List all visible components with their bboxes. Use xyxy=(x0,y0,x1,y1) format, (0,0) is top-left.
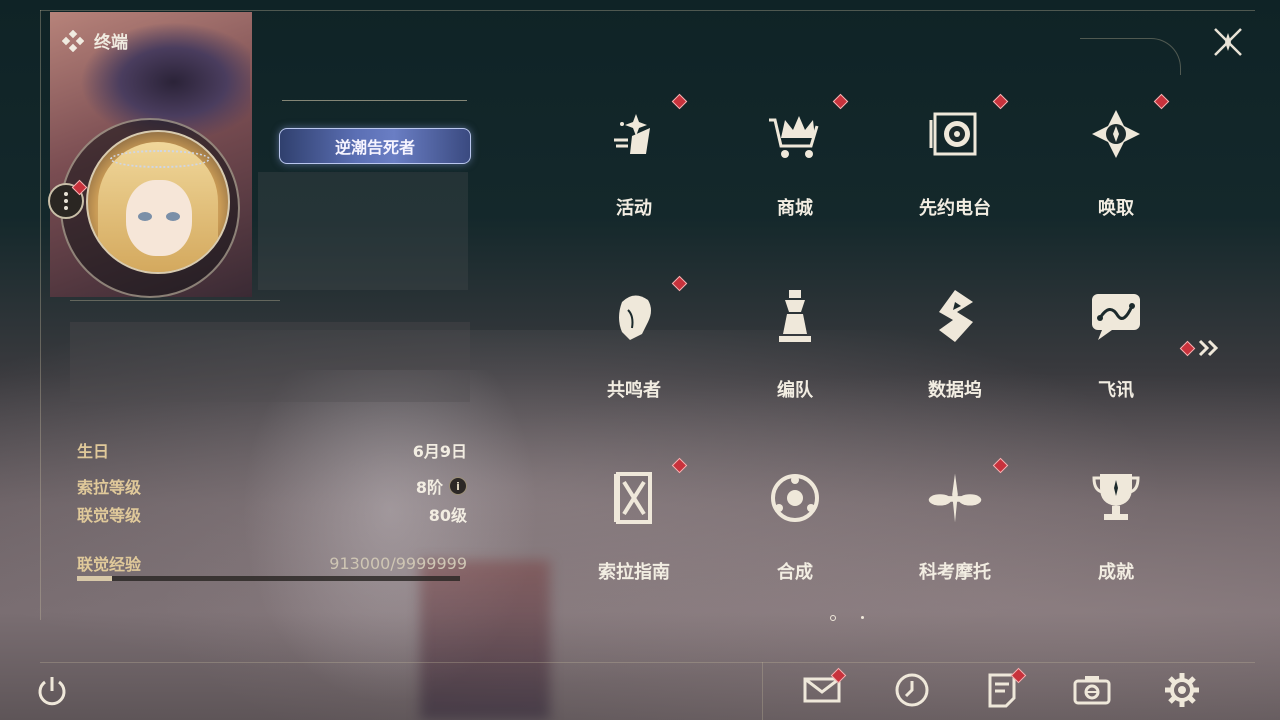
settings-gear-icon xyxy=(1165,673,1199,707)
radio-icon xyxy=(925,104,985,164)
character-head-icon xyxy=(604,286,664,346)
power-button[interactable] xyxy=(34,673,70,709)
page-title: 终端 xyxy=(62,28,128,53)
shop-crown-icon xyxy=(765,104,825,164)
page-indicator-2[interactable] xyxy=(861,616,864,619)
data-dock-icon xyxy=(925,286,985,346)
frame-divider xyxy=(762,662,763,720)
camera-button[interactable] xyxy=(1072,670,1112,710)
settings-button[interactable] xyxy=(1162,670,1202,710)
menu-item-team[interactable]: 编队 xyxy=(720,274,870,424)
name-divider xyxy=(282,100,467,101)
notification-dot xyxy=(671,275,688,292)
frame-line-top xyxy=(40,10,1255,11)
clock-icon xyxy=(895,673,929,707)
background-cloth xyxy=(420,560,550,720)
synthesis-icon xyxy=(765,468,825,528)
page-indicator-1[interactable] xyxy=(830,615,836,621)
frame-corner xyxy=(1080,38,1181,75)
notification-dot xyxy=(1153,93,1170,110)
menu-item-data-dock[interactable]: 数据坞 xyxy=(880,274,1030,424)
close-button[interactable] xyxy=(1208,24,1248,60)
camera-icon xyxy=(1073,676,1111,705)
motorbike-icon xyxy=(925,468,985,528)
team-chess-icon xyxy=(765,286,825,346)
sola-level-value: 8阶 xyxy=(415,478,443,497)
gacha-compass-icon xyxy=(1086,104,1146,164)
stat-sola-level: 索拉等级 8阶 i xyxy=(77,474,467,498)
exp-progress-fill xyxy=(77,576,112,581)
menu-item-sola-guide[interactable]: 索拉指南 xyxy=(559,456,709,606)
notification-dot xyxy=(992,457,1009,474)
terminal-icon xyxy=(62,29,84,52)
notification-dot xyxy=(832,93,849,110)
power-icon xyxy=(38,677,66,706)
frame-line-left xyxy=(40,10,41,620)
menu-item-resonators[interactable]: 共鸣者 xyxy=(559,274,709,424)
event-icon xyxy=(604,104,664,164)
exp-progress-bar xyxy=(77,576,460,581)
history-button[interactable] xyxy=(892,670,932,710)
notification-dot xyxy=(1179,340,1196,356)
stat-union-exp: 联觉经验 913000/9999999 xyxy=(77,553,467,575)
stat-birthday: 生日 6月9日 xyxy=(77,442,467,461)
avatar[interactable] xyxy=(86,130,230,274)
next-page-button[interactable] xyxy=(1179,338,1221,358)
menu-item-radio[interactable]: 先约电台 xyxy=(880,92,1030,242)
double-chevron-right-icon xyxy=(1198,339,1219,357)
notification-dot xyxy=(671,457,688,474)
title-text: 终端 xyxy=(94,33,128,53)
notes-button[interactable] xyxy=(982,667,1027,710)
menu-item-achievement[interactable]: 成就 xyxy=(1041,456,1191,606)
profile-divider xyxy=(70,300,280,301)
menu-item-shop[interactable]: 商城 xyxy=(720,92,870,242)
blurred-signature-area xyxy=(70,322,470,402)
menu-item-activity[interactable]: 活动 xyxy=(559,92,709,242)
frame-line-bottom xyxy=(40,662,1255,663)
trophy-icon xyxy=(1086,468,1146,528)
message-icon xyxy=(1086,286,1146,346)
menu-item-motorbike[interactable]: 科考摩托 xyxy=(880,456,1030,606)
menu-item-messages[interactable]: 飞讯 xyxy=(1041,274,1191,424)
close-icon xyxy=(1214,28,1242,56)
title-badge[interactable]: 逆潮告死者 xyxy=(279,128,471,164)
info-icon[interactable]: i xyxy=(449,477,467,495)
mail-button[interactable] xyxy=(802,667,847,710)
blurred-name-area xyxy=(258,172,468,290)
stat-union-level: 联觉等级 80级 xyxy=(77,506,467,525)
menu-item-synthesis[interactable]: 合成 xyxy=(720,456,870,606)
notification-dot xyxy=(671,93,688,110)
notification-dot xyxy=(992,93,1009,110)
guide-book-icon xyxy=(604,468,664,528)
menu-item-summon[interactable]: 唤取 xyxy=(1041,92,1191,242)
